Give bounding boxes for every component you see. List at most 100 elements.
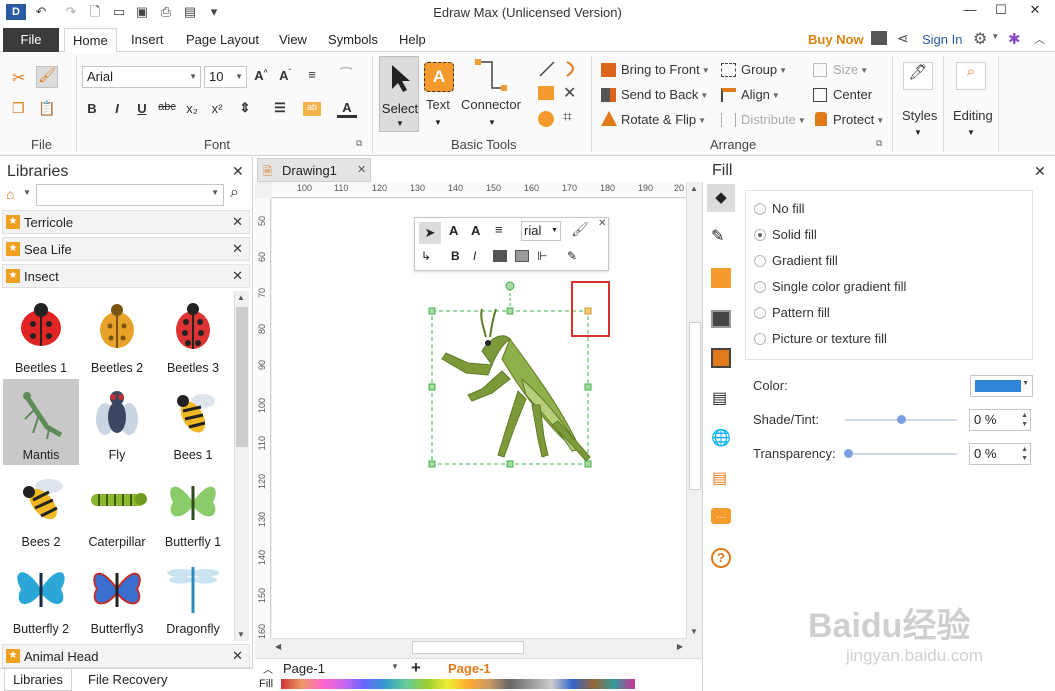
format-painter-icon[interactable]: 🖌 xyxy=(36,66,58,88)
paste-icon[interactable]: 📋 xyxy=(38,100,56,118)
superscript-button[interactable]: x² xyxy=(207,101,227,116)
library-item-beetles-1[interactable]: Beetles 1 xyxy=(3,292,79,378)
close-icon[interactable]: ✕ xyxy=(232,648,243,664)
chevron-down-icon[interactable]: ▼ xyxy=(914,128,922,137)
arrange-dialog-launcher-icon[interactable]: ⧉ xyxy=(876,138,882,149)
page-tab-icon[interactable]: ▤ xyxy=(712,388,727,408)
text-align-icon[interactable]: ≡ xyxy=(302,67,322,82)
text-align-icon[interactable]: ≡ xyxy=(495,222,503,237)
home-icon[interactable]: ⌂ xyxy=(6,186,22,202)
bring-to-front-button[interactable]: Bring to Front ▼ xyxy=(621,62,710,77)
font-color-icon[interactable]: A xyxy=(337,100,357,118)
scroll-right-icon[interactable]: ▶ xyxy=(677,642,683,651)
editing-button[interactable]: Editing xyxy=(953,108,993,123)
text-spacing-icon[interactable]: ⁀ xyxy=(336,67,356,83)
subscript-button[interactable]: x₂ xyxy=(182,101,202,116)
italic-button[interactable]: I xyxy=(473,249,476,263)
font-dialog-launcher-icon[interactable]: ⧉ xyxy=(356,138,362,149)
library-item-mantis[interactable]: Mantis xyxy=(3,379,79,465)
styles-button[interactable]: Styles xyxy=(902,108,937,123)
underline-button[interactable]: U xyxy=(132,101,152,116)
scroll-down-icon[interactable]: ▼ xyxy=(690,627,698,636)
close-window-button[interactable]: ✕ xyxy=(1020,0,1050,22)
library-section-terricole[interactable]: ★ Terricole ✕ xyxy=(2,210,250,234)
image-tab-icon[interactable] xyxy=(711,310,731,328)
theme-icon[interactable]: ✱ xyxy=(1008,30,1021,48)
attachment-tab-icon[interactable]: ▤ xyxy=(712,468,727,488)
fill-option-pattern-fill[interactable]: Pattern fill xyxy=(754,305,830,320)
library-item-bees-1[interactable]: Bees 1 xyxy=(155,379,231,465)
shade-tint-input[interactable]: 0 % ▲ ▼ xyxy=(969,409,1031,431)
scrollbar-thumb[interactable] xyxy=(236,307,248,447)
tab-view[interactable]: View xyxy=(271,28,315,52)
format-painter-icon[interactable]: 🖌 xyxy=(571,221,589,238)
center-button[interactable]: Center xyxy=(833,87,872,102)
distribute-button[interactable]: Distribute ▼ xyxy=(741,112,806,127)
select-tool-button[interactable]: Select ▼ xyxy=(379,56,419,132)
maximize-button[interactable]: ☐ xyxy=(986,0,1016,22)
fill-option-no-fill[interactable]: No fill xyxy=(754,201,805,216)
buy-now-link[interactable]: Buy Now xyxy=(808,32,864,47)
collapse-ribbon-icon[interactable]: ︿ xyxy=(1034,31,1045,47)
library-section-sea-life[interactable]: ★ Sea Life ✕ xyxy=(2,237,250,261)
bring-front-icon[interactable] xyxy=(493,250,507,262)
chevron-down-icon[interactable]: ▼ xyxy=(967,128,975,137)
styles-icon[interactable]: 🖊 xyxy=(903,62,933,90)
horizontal-scrollbar[interactable]: ◀ ▶ xyxy=(272,638,686,656)
spinner-arrows-icon[interactable]: ▲ ▼ xyxy=(1021,445,1028,463)
bold-button[interactable]: B xyxy=(82,101,102,116)
copy-icon[interactable]: ❐ xyxy=(12,100,30,118)
line-tab-icon[interactable]: ✎ xyxy=(711,226,724,246)
library-item-butterfly3[interactable]: Butterfly3 xyxy=(79,553,155,639)
transparency-slider[interactable] xyxy=(845,453,957,455)
page-nav-up-icon[interactable]: ︿ xyxy=(263,661,273,676)
scrollbar-thumb[interactable] xyxy=(689,322,701,490)
library-item-beetles-2[interactable]: Beetles 2 xyxy=(79,292,155,378)
highlight-color-icon[interactable]: ab xyxy=(303,102,321,116)
library-item-fly[interactable]: Fly xyxy=(79,379,155,465)
page-tab[interactable]: Page-1 xyxy=(448,661,491,676)
text-tool-label[interactable]: Text xyxy=(426,97,450,112)
chevron-down-icon[interactable]: ▼ xyxy=(23,188,31,197)
send-back-icon[interactable] xyxy=(515,250,529,262)
rectangle-tool-icon[interactable] xyxy=(538,86,554,100)
arc-tool-icon[interactable] xyxy=(563,60,581,78)
transparency-knob[interactable] xyxy=(844,449,853,458)
settings-dropdown-icon[interactable]: ▾ xyxy=(993,31,998,42)
chevron-down-icon[interactable]: ▼ xyxy=(391,662,399,671)
line-spacing-icon[interactable]: ⇕ xyxy=(235,100,255,116)
bold-button[interactable]: B xyxy=(451,249,460,263)
chevron-down-icon[interactable]: ▼ xyxy=(488,118,496,127)
crop-tool-icon[interactable]: ⌗ xyxy=(563,109,572,127)
line-style-icon[interactable]: ✎ xyxy=(567,249,577,263)
scroll-down-icon[interactable]: ▼ xyxy=(237,630,245,639)
scroll-up-icon[interactable]: ▲ xyxy=(690,184,698,193)
close-fill-panel-icon[interactable]: ✕ xyxy=(1034,163,1046,180)
float-font-select[interactable]: rial ▼ xyxy=(521,221,561,241)
library-item-bees-2[interactable]: Bees 2 xyxy=(3,466,79,552)
tab-symbols[interactable]: Symbols xyxy=(320,28,386,52)
decrease-font-icon[interactable]: Aˇ xyxy=(275,68,295,83)
page-select[interactable]: Page-1 xyxy=(283,661,325,676)
help-tab-icon[interactable]: ? xyxy=(711,548,731,568)
tab-libraries[interactable]: Libraries xyxy=(4,669,72,691)
intersect-tool-icon[interactable]: ✕ xyxy=(563,83,576,103)
library-item-caterpillar[interactable]: Caterpillar xyxy=(79,466,155,552)
search-icon[interactable]: ⌕ xyxy=(230,184,239,202)
protect-button[interactable]: Protect ▼ xyxy=(833,112,884,127)
ellipse-tool-icon[interactable] xyxy=(538,111,554,127)
font-size-select[interactable]: 10 ▼ xyxy=(204,66,247,88)
cut-icon[interactable]: ✂ xyxy=(12,68,30,87)
comment-tab-icon[interactable]: … xyxy=(711,508,731,524)
library-item-butterfly-1[interactable]: Butterfly 1 xyxy=(155,466,231,552)
search-icon[interactable]: ⌕ xyxy=(956,62,986,90)
tab-page-layout[interactable]: Page Layout xyxy=(178,28,267,52)
scroll-up-icon[interactable]: ▲ xyxy=(237,293,245,302)
fill-option-picture-fill[interactable]: Picture or texture fill xyxy=(754,331,887,346)
scrollbar-thumb[interactable] xyxy=(412,641,524,654)
vertical-scrollbar[interactable]: ▲ ▼ xyxy=(686,182,702,638)
library-search-input[interactable]: ▼ xyxy=(36,184,224,206)
close-icon[interactable]: ✕ xyxy=(232,268,243,284)
scroll-left-icon[interactable]: ◀ xyxy=(275,642,281,651)
increase-font-icon[interactable]: A xyxy=(449,223,458,238)
